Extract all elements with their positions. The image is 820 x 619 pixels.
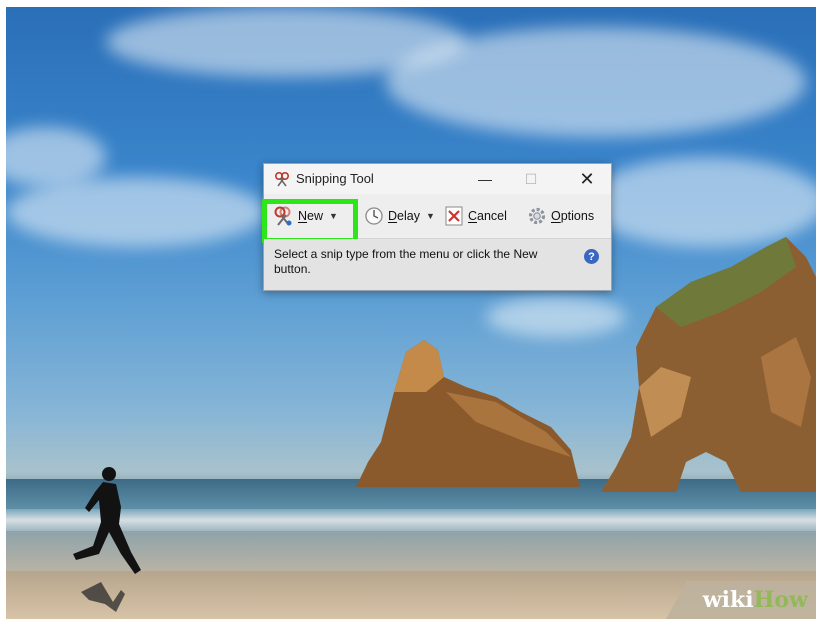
- cloud: [386, 27, 806, 137]
- minimize-button[interactable]: —: [462, 164, 508, 194]
- clock-icon: [365, 207, 383, 225]
- watermark-how-text: How: [753, 587, 808, 613]
- maximize-button[interactable]: ☐: [508, 164, 554, 194]
- desktop-wallpaper: [6, 7, 816, 619]
- snipping-tool-app-icon: [274, 171, 290, 187]
- window-title: Snipping Tool: [296, 171, 374, 186]
- wikihow-watermark: wiki How: [666, 581, 816, 619]
- toolbar: New ▼ Delay ▼ Cancel O ptions: [262, 194, 611, 243]
- title-bar[interactable]: Snipping Tool — ☐ ✕: [264, 164, 611, 194]
- cancel-button[interactable]: Cancel: [445, 202, 517, 230]
- close-button[interactable]: ✕: [564, 164, 610, 194]
- cancel-label-mnemonic: C: [468, 209, 478, 223]
- options-button[interactable]: Options: [527, 202, 607, 230]
- delay-label: elay: [397, 209, 420, 223]
- sea-stack-rock-left: [356, 340, 580, 487]
- highlight-box: [262, 199, 358, 243]
- screenshot-frame: Snipping Tool — ☐ ✕ New ▼ D elay ▼ C anc…: [0, 0, 820, 619]
- options-label: ptions: [560, 209, 595, 223]
- cancel-label: ancel: [477, 209, 507, 223]
- sea-arch-rock-right: [601, 237, 816, 492]
- delay-dropdown-arrow-icon[interactable]: ▼: [426, 211, 435, 221]
- options-label-mnemonic: O: [551, 209, 561, 223]
- cloud: [6, 177, 266, 247]
- cloud: [6, 127, 106, 187]
- status-area: Select a snip type from the menu or clic…: [264, 239, 611, 290]
- delay-label-mnemonic: D: [388, 209, 398, 223]
- runner-silhouette: [73, 467, 141, 612]
- cloud: [586, 157, 816, 247]
- delay-button[interactable]: Delay ▼: [364, 202, 438, 230]
- new-snip-button[interactable]: New ▼: [262, 199, 358, 243]
- help-icon[interactable]: ?: [584, 249, 599, 264]
- cancel-x-icon: [445, 206, 463, 226]
- status-message: Select a snip type from the menu or clic…: [274, 247, 538, 276]
- watermark-wiki-text: wiki: [702, 587, 754, 613]
- snipping-tool-window: Snipping Tool — ☐ ✕ New ▼ D elay ▼ C anc…: [262, 163, 612, 291]
- gear-icon: [528, 207, 546, 225]
